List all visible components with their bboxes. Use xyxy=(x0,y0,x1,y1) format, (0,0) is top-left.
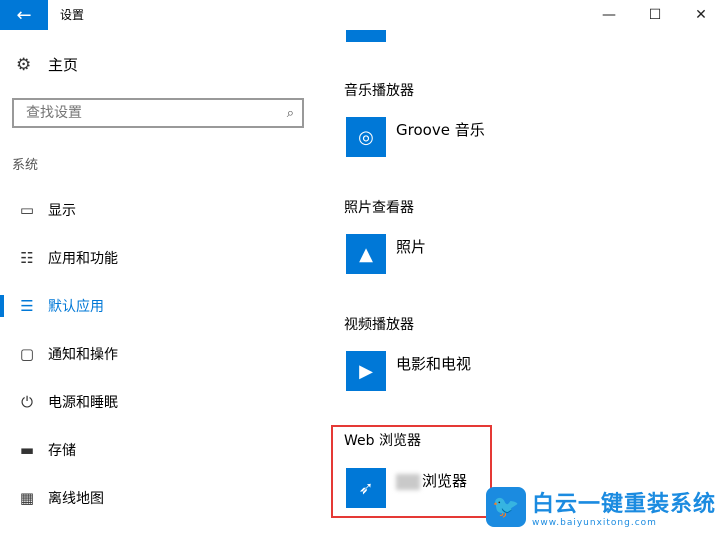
power-icon: ⏻ xyxy=(21,393,33,411)
sidebar-item-apps-features[interactable]: ☷ 应用和功能 xyxy=(0,234,320,282)
photo-viewer-heading: 照片查看器 xyxy=(344,200,414,216)
minimize-icon: — xyxy=(602,7,616,23)
sidebar-item-label: 存储 xyxy=(48,443,76,459)
watermark-url: www.baiyunxitong.com xyxy=(531,518,657,528)
photos-icon: ▲ xyxy=(346,234,386,274)
video-app-selector[interactable]: ▶ 电影和电视 xyxy=(346,351,471,391)
sidebar-item-storage[interactable]: ▬ 存储 xyxy=(0,426,320,474)
search-icon[interactable]: ⌕ xyxy=(287,106,294,121)
section-label: 系统 xyxy=(12,158,39,173)
notification-icon: ▢ xyxy=(19,345,35,363)
sidebar-item-label: 显示 xyxy=(48,203,76,219)
video-app-name: 电影和电视 xyxy=(396,355,472,373)
search-box[interactable]: ⌕ xyxy=(12,98,304,128)
bird-logo-icon: 🐦 xyxy=(485,487,526,527)
sidebar-item-label: 默认应用 xyxy=(48,299,104,315)
list-icon: ☷ xyxy=(20,249,34,267)
back-button[interactable]: ← xyxy=(0,0,48,30)
back-arrow-icon: ← xyxy=(16,4,32,26)
window-title: 设置 xyxy=(60,8,85,22)
highlight-box xyxy=(331,425,492,518)
watermark: 🐦 白云一键重装系统 www.baiyunxitong.com xyxy=(485,486,716,528)
sidebar-item-label: 电源和睡眠 xyxy=(48,395,118,411)
sidebar: ⚙ 主页 ⌕ 系统 ▭ 显示 ☷ 应用和功能 ☰ 默认应用 ▢ 通知和操作 ⏻ … xyxy=(0,30,320,534)
gear-icon: ⚙ xyxy=(16,54,32,75)
close-icon: ✕ xyxy=(695,7,707,23)
home-link[interactable]: ⚙ 主页 xyxy=(16,54,78,75)
watermark-title: 白云一键重装系统 xyxy=(531,492,716,517)
maximize-button[interactable]: ☐ xyxy=(632,0,678,30)
title-bar: ← 设置 — ☐ ✕ xyxy=(0,0,724,30)
sidebar-item-notifications[interactable]: ▢ 通知和操作 xyxy=(0,330,320,378)
sidebar-item-power-sleep[interactable]: ⏻ 电源和睡眠 xyxy=(0,378,320,426)
photo-app-name: 照片 xyxy=(396,238,427,256)
sidebar-item-display[interactable]: ▭ 显示 xyxy=(0,186,320,234)
storage-icon: ▬ xyxy=(19,441,35,459)
music-player-heading: 音乐播放器 xyxy=(344,83,414,99)
watermark-text: 白云一键重装系统 www.baiyunxitong.com xyxy=(532,486,716,528)
close-button[interactable]: ✕ xyxy=(678,0,724,30)
photo-app-selector[interactable]: ▲ 照片 xyxy=(346,234,426,274)
music-app-name: Groove 音乐 xyxy=(396,121,485,139)
monitor-icon: ▭ xyxy=(19,201,35,219)
sidebar-item-label: 应用和功能 xyxy=(48,251,118,267)
music-app-selector[interactable]: ◎ Groove 音乐 xyxy=(346,117,485,157)
groove-music-icon: ◎ xyxy=(346,117,386,157)
minimize-button[interactable]: — xyxy=(586,0,632,30)
sidebar-item-offline-maps[interactable]: ▦ 离线地图 xyxy=(0,474,320,522)
movies-tv-icon: ▶ xyxy=(346,351,386,391)
nav-list: ▭ 显示 ☷ 应用和功能 ☰ 默认应用 ▢ 通知和操作 ⏻ 电源和睡眠 ▬ 存储… xyxy=(0,186,320,522)
search-input[interactable] xyxy=(24,104,268,122)
default-apps-icon: ☰ xyxy=(20,297,34,315)
partial-app-tile[interactable] xyxy=(346,30,386,42)
video-player-heading: 视频播放器 xyxy=(344,317,414,333)
sidebar-item-default-apps[interactable]: ☰ 默认应用 xyxy=(0,282,320,330)
home-label: 主页 xyxy=(48,56,79,74)
sidebar-item-label: 离线地图 xyxy=(48,491,104,507)
map-icon: ▦ xyxy=(19,489,35,507)
maximize-icon: ☐ xyxy=(648,7,662,23)
sidebar-item-label: 通知和操作 xyxy=(48,347,118,363)
